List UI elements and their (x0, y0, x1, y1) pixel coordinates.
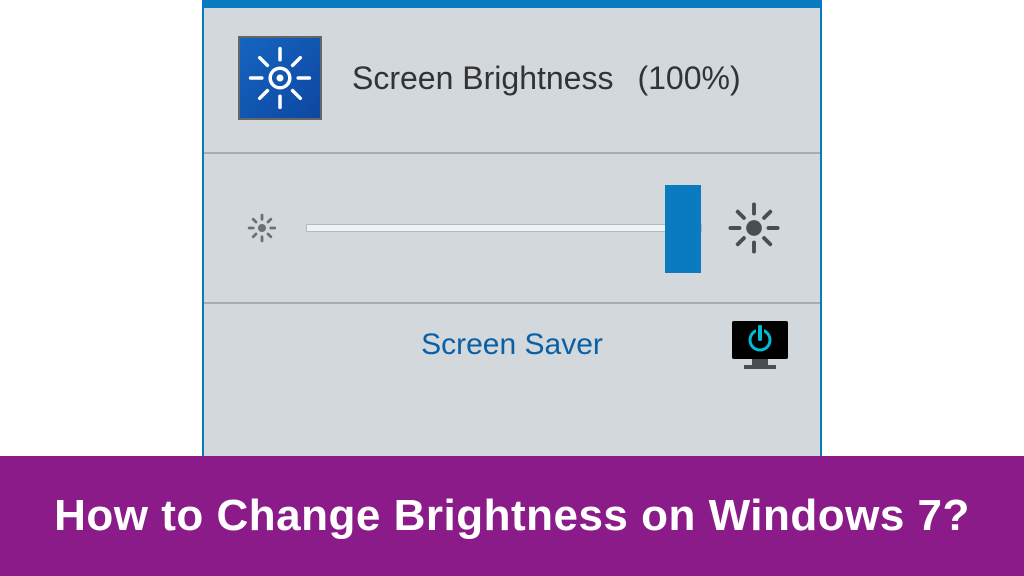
slider-thumb[interactable] (665, 185, 701, 273)
brightness-panel: Screen Brightness (100%) (202, 0, 822, 456)
caption-bar: How to Change Brightness on Windows 7? (0, 456, 1024, 576)
brightness-value: (100%) (637, 60, 740, 97)
sun-high-icon (726, 200, 782, 256)
footer-section: Screen Saver (204, 304, 820, 386)
screen-saver-link[interactable]: Screen Saver (421, 328, 603, 362)
header-section: Screen Brightness (100%) (204, 8, 820, 152)
brightness-label: Screen Brightness (352, 60, 613, 97)
header-text-group: Screen Brightness (100%) (352, 60, 741, 97)
brightness-icon (238, 36, 322, 120)
panel-top-bar (204, 0, 820, 8)
power-monitor-icon[interactable] (730, 319, 790, 371)
brightness-slider[interactable] (306, 224, 702, 232)
caption-text: How to Change Brightness on Windows 7? (54, 491, 970, 541)
sun-low-icon (242, 208, 282, 248)
slider-section (204, 154, 820, 302)
